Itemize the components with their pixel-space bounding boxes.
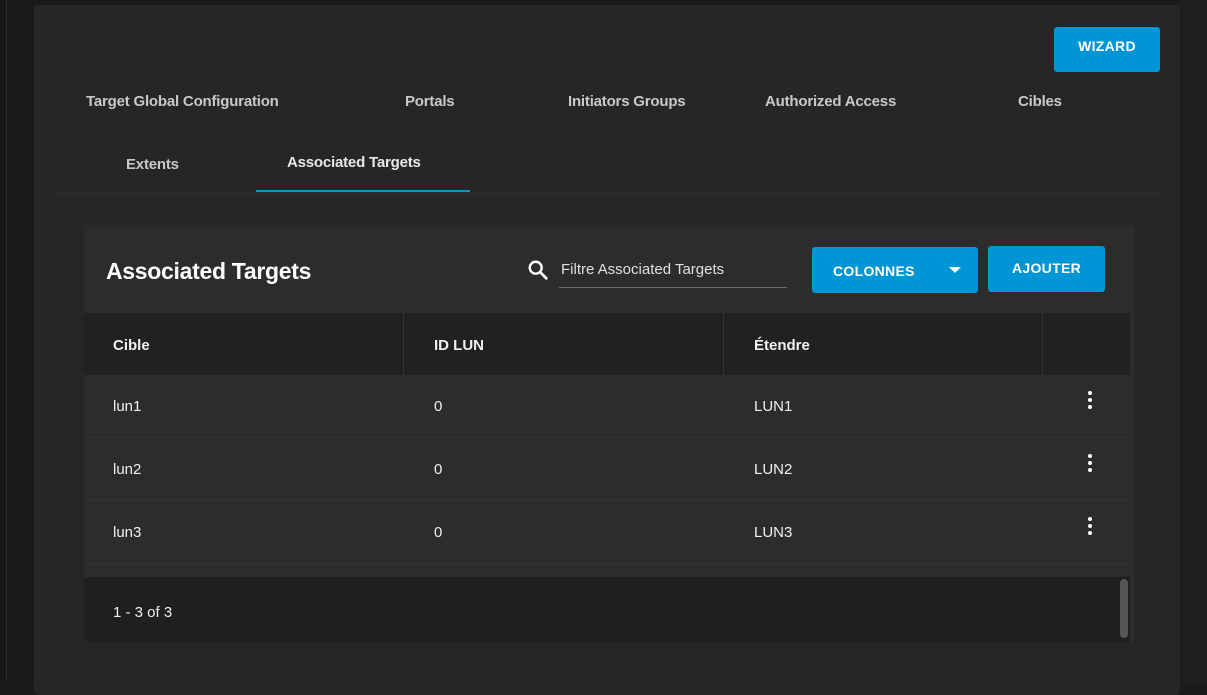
table-row[interactable]: lun3 0 LUN3 [84,501,1130,564]
column-divider [723,313,724,375]
table-footer: 1 - 3 of 3 [84,577,1130,642]
table-row[interactable]: lun2 0 LUN2 [84,438,1130,501]
tab-authorized-access[interactable]: Authorized Access [765,93,896,110]
table-row[interactable]: lun1 0 LUN1 [84,375,1130,438]
cell-id-lun: 0 [434,398,443,415]
column-header-id-lun[interactable]: ID LUN [434,337,484,354]
column-header-etendre[interactable]: Étendre [754,337,810,354]
table-header: Cible ID LUN Étendre [84,313,1130,375]
cell-etendre: LUN3 [754,524,793,541]
column-header-cible[interactable]: Cible [113,337,150,354]
column-divider [403,313,404,375]
left-rail [0,0,34,682]
right-rail [1180,0,1207,682]
cell-cible: lun2 [113,461,142,478]
cell-id-lun: 0 [434,524,443,541]
search-icon [528,260,548,280]
scrollbar[interactable] [1120,579,1128,638]
tab-target-global-configuration[interactable]: Target Global Configuration [86,93,279,110]
cell-etendre: LUN2 [754,461,793,478]
tabs-divider [56,193,1160,194]
more-vertical-icon[interactable] [1085,517,1095,539]
add-button[interactable]: AJOUTER [988,246,1105,292]
more-vertical-icon[interactable] [1085,391,1095,413]
cell-etendre: LUN1 [754,398,793,415]
caret-down-icon [949,267,961,273]
tab-initiators-groups[interactable]: Initiators Groups [568,93,686,110]
associated-targets-card: Associated Targets COLONNES AJOUTER Cibl… [84,225,1134,642]
wizard-button[interactable]: WIZARD [1054,27,1160,72]
cell-cible: lun3 [113,524,142,541]
columns-button-label: COLONNES [833,263,915,279]
column-divider [1042,313,1043,375]
cell-cible: lun1 [113,398,142,415]
pagination-range: 1 - 3 of 3 [113,604,173,621]
search-input[interactable] [559,252,787,288]
active-tab-indicator [256,190,470,192]
tab-extents[interactable]: Extents [126,156,179,173]
card-title: Associated Targets [106,258,312,284]
cell-id-lun: 0 [434,461,443,478]
tab-associated-targets[interactable]: Associated Targets [287,154,421,171]
columns-button[interactable]: COLONNES [812,247,978,293]
more-vertical-icon[interactable] [1085,454,1095,476]
tab-portals[interactable]: Portals [405,93,455,110]
tab-cibles[interactable]: Cibles [1018,93,1062,110]
